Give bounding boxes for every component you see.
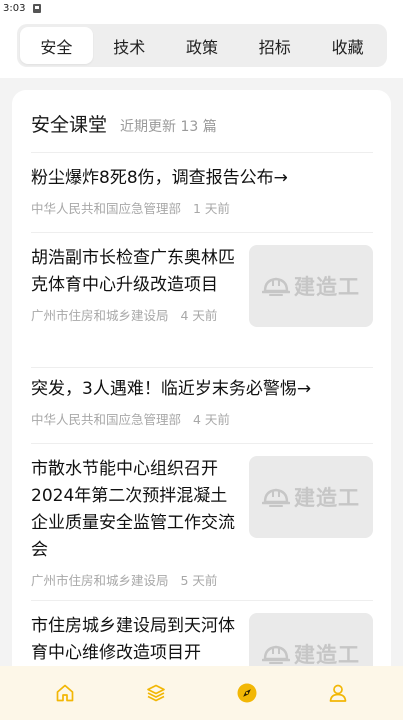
news-title: 胡浩副市长检查广东奥林匹克体育中心升级改造项目: [31, 248, 235, 295]
status-time: 3:03: [3, 2, 26, 14]
jianzaogong-logo: 建造工: [262, 482, 360, 512]
news-thumbnail: 建造工: [249, 245, 373, 327]
hard-hat-icon: [262, 645, 290, 664]
tab-policy[interactable]: 政策: [166, 27, 239, 64]
tab-bidding[interactable]: 招标: [238, 27, 311, 64]
news-time: 1 天前: [193, 201, 230, 216]
news-item[interactable]: 市散水节能中心组织召开2024年第二次预拌混凝土企业质量安全监管工作交流会 广州…: [31, 456, 373, 589]
nav-home[interactable]: [35, 673, 95, 713]
news-title: 突发，3人遇难！临近岁末务必警惕→: [31, 379, 312, 399]
news-meta: 中华人民共和国应急管理部 4 天前: [31, 409, 373, 428]
tab-favorites[interactable]: 收藏: [311, 27, 384, 64]
tab-technology[interactable]: 技术: [93, 27, 166, 64]
news-thumbnail: 建造工: [249, 456, 373, 538]
section-subtitle: 近期更新 13 篇: [120, 119, 217, 135]
news-item[interactable]: 粉尘爆炸8死8伤，调查报告公布→ 中华人民共和国应急管理部 1 天前: [31, 165, 373, 217]
news-item[interactable]: 市住房城乡建设局到天河体育中心维修改造项目开 建造工: [31, 613, 373, 690]
sim-card-icon: [33, 3, 42, 13]
logo-text: 建造工: [294, 486, 360, 510]
tab-safety[interactable]: 安全: [20, 27, 93, 64]
news-item[interactable]: 突发，3人遇难！临近岁末务必警惕→ 中华人民共和国应急管理部 4 天前: [31, 376, 373, 428]
hard-hat-icon: [262, 277, 290, 296]
divider: [31, 367, 373, 368]
news-time: 4 天前: [180, 308, 218, 323]
nav-layers[interactable]: [126, 673, 186, 713]
nav-profile[interactable]: [308, 673, 368, 713]
bottom-nav: [0, 666, 403, 720]
card-header: 安全课堂 近期更新 13 篇: [31, 110, 217, 137]
news-source: 中华人民共和国应急管理部: [31, 201, 182, 216]
divider: [31, 443, 373, 444]
news-meta: 中华人民共和国应急管理部 1 天前: [31, 198, 373, 217]
news-card: 安全课堂 近期更新 13 篇 粉尘爆炸8死8伤，调查报告公布→ 中华人民共和国应…: [12, 90, 391, 690]
category-tabs: 安全 技术 政策 招标 收藏: [17, 24, 387, 67]
news-time: 5 天前: [180, 573, 218, 588]
status-bar: 3:03: [0, 0, 403, 16]
jianzaogong-logo: 建造工: [262, 271, 360, 301]
divider: [31, 600, 373, 601]
news-item[interactable]: 胡浩副市长检查广东奥林匹克体育中心升级改造项目 广州市住房和城乡建设局 4 天前…: [31, 245, 373, 360]
news-title: 市住房城乡建设局到天河体育中心维修改造项目开: [31, 616, 235, 663]
nav-discover[interactable]: [217, 673, 277, 713]
logo-text: 建造工: [294, 275, 360, 299]
home-icon: [57, 684, 74, 702]
divider: [31, 152, 373, 153]
news-source: 广州市住房和城乡建设局: [31, 573, 169, 588]
news-title: 粉尘爆炸8死8伤，调查报告公布→: [31, 168, 288, 188]
divider: [31, 232, 373, 233]
compass-icon: [237, 683, 257, 703]
news-title: 市散水节能中心组织召开2024年第二次预拌混凝土企业质量安全监管工作交流会: [31, 459, 235, 560]
user-icon: [329, 684, 346, 702]
news-source: 中华人民共和国应急管理部: [31, 412, 182, 427]
news-source: 广州市住房和城乡建设局: [31, 308, 169, 323]
news-time: 4 天前: [193, 412, 230, 427]
layers-icon: [147, 684, 165, 702]
section-title: 安全课堂: [31, 114, 108, 136]
hard-hat-icon: [262, 488, 290, 507]
logo-text: 建造工: [294, 643, 360, 667]
news-meta: 广州市住房和城乡建设局 5 天前: [31, 570, 373, 589]
jianzaogong-logo: 建造工: [262, 639, 360, 669]
